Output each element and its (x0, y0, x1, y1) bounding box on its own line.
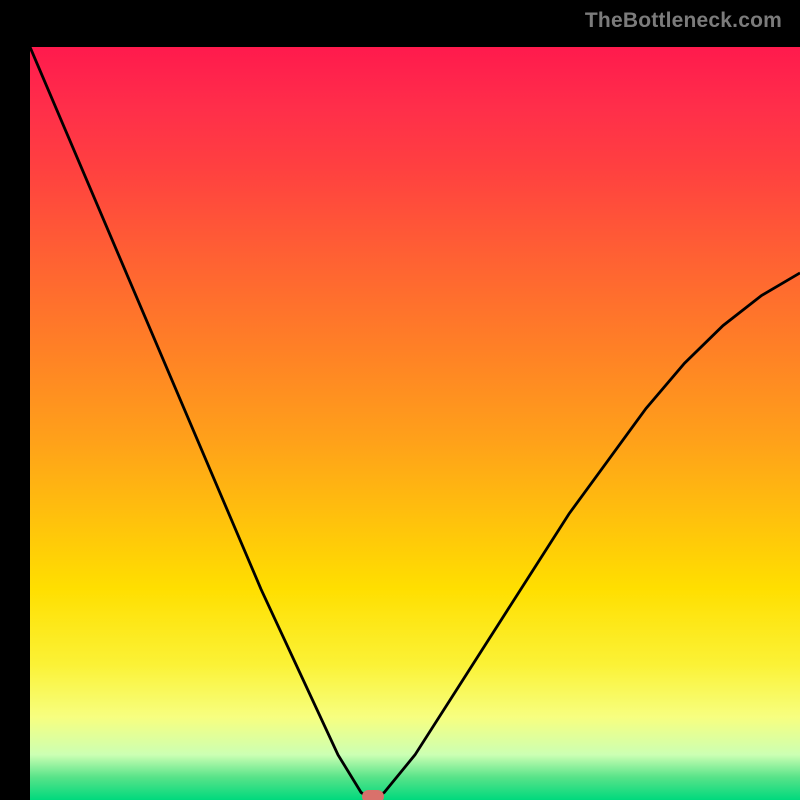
branding-watermark: TheBottleneck.com (585, 9, 782, 33)
plot-area (30, 47, 800, 800)
chart-frame (15, 15, 785, 785)
bottleneck-curve (30, 47, 800, 800)
minimum-marker (362, 790, 384, 800)
